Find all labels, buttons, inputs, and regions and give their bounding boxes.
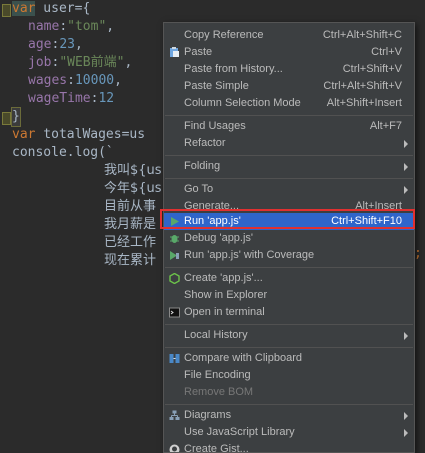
- compare-icon: [169, 353, 180, 364]
- terminal-icon: [169, 307, 180, 318]
- code-line: 现在累计: [104, 253, 157, 268]
- menu-separator: [165, 404, 413, 405]
- code-line: age:23,: [28, 37, 83, 52]
- clipboard-icon: [169, 47, 180, 58]
- code-line: 今年${us: [104, 181, 162, 196]
- menu-show-in-explorer[interactable]: Show in Explorer: [164, 287, 414, 304]
- menu-separator: [165, 347, 413, 348]
- debug-icon: [169, 233, 180, 244]
- submenu-arrow-icon: [404, 429, 408, 437]
- code-line-tail: ;: [414, 246, 422, 261]
- coverage-icon: [169, 250, 180, 261]
- menu-refactor[interactable]: Refactor: [164, 135, 414, 152]
- code-line: var user={: [12, 1, 91, 16]
- menu-separator: [165, 178, 413, 179]
- menu-debug-app[interactable]: Debug 'app.js': [164, 230, 414, 247]
- code-line: }: [11, 107, 21, 127]
- code-line: 已经工作: [104, 235, 157, 250]
- menu-compare-with-clipboard[interactable]: Compare with Clipboard: [164, 350, 414, 367]
- menu-column-selection-mode[interactable]: Column Selection Mode Alt+Shift+Insert: [164, 95, 414, 112]
- submenu-arrow-icon: [404, 163, 408, 171]
- code-line: 我叫${us: [104, 163, 162, 178]
- code-line: wageTime:12: [28, 91, 115, 106]
- menu-local-history[interactable]: Local History: [164, 327, 414, 344]
- code-line: wages:10000,: [28, 73, 122, 88]
- code-line: 我月薪是: [104, 217, 157, 232]
- menu-paste-from-history[interactable]: Paste from History... Ctrl+Shift+V: [164, 61, 414, 78]
- code-line: console.log(`: [12, 145, 114, 160]
- menu-create-app[interactable]: Create 'app.js'...: [164, 270, 414, 287]
- fold-marker[interactable]: [2, 4, 11, 17]
- menu-paste[interactable]: Paste Ctrl+V: [164, 44, 414, 61]
- menu-file-encoding[interactable]: File Encoding: [164, 367, 414, 384]
- menu-find-usages[interactable]: Find Usages Alt+F7: [164, 118, 414, 135]
- code-line: 目前从事: [104, 199, 157, 214]
- menu-copy-reference[interactable]: Copy Reference Ctrl+Alt+Shift+C: [164, 27, 414, 44]
- menu-separator: [165, 324, 413, 325]
- menu-separator: [165, 155, 413, 156]
- menu-run-with-coverage[interactable]: Run 'app.js' with Coverage: [164, 247, 414, 264]
- menu-paste-simple[interactable]: Paste Simple Ctrl+Alt+Shift+V: [164, 78, 414, 95]
- code-line: job:"WEB前端",: [28, 55, 133, 70]
- run-icon: [169, 216, 180, 227]
- menu-go-to[interactable]: Go To: [164, 181, 414, 198]
- menu-diagrams[interactable]: Diagrams: [164, 407, 414, 424]
- menu-use-javascript-library[interactable]: Use JavaScript Library: [164, 424, 414, 441]
- menu-separator: [165, 115, 413, 116]
- context-menu: Copy Reference Ctrl+Alt+Shift+C Paste Ct…: [163, 22, 415, 453]
- code-line: var totalWages=us: [12, 127, 146, 142]
- submenu-arrow-icon: [404, 186, 408, 194]
- submenu-arrow-icon: [404, 140, 408, 148]
- fold-marker[interactable]: [2, 112, 11, 125]
- menu-separator: [165, 267, 413, 268]
- menu-remove-bom: Remove BOM: [184, 386, 254, 398]
- menu-folding[interactable]: Folding: [164, 158, 414, 175]
- menu-open-in-terminal[interactable]: Open in terminal: [164, 304, 414, 321]
- submenu-arrow-icon: [404, 412, 408, 420]
- diagram-icon: [169, 410, 180, 421]
- code-line: name:"tom",: [28, 19, 115, 34]
- nodejs-icon: [169, 272, 180, 285]
- menu-run-app[interactable]: Run 'app.js' Ctrl+Shift+F10: [164, 213, 414, 230]
- submenu-arrow-icon: [404, 332, 408, 340]
- menu-create-gist[interactable]: Create Gist...: [164, 441, 414, 452]
